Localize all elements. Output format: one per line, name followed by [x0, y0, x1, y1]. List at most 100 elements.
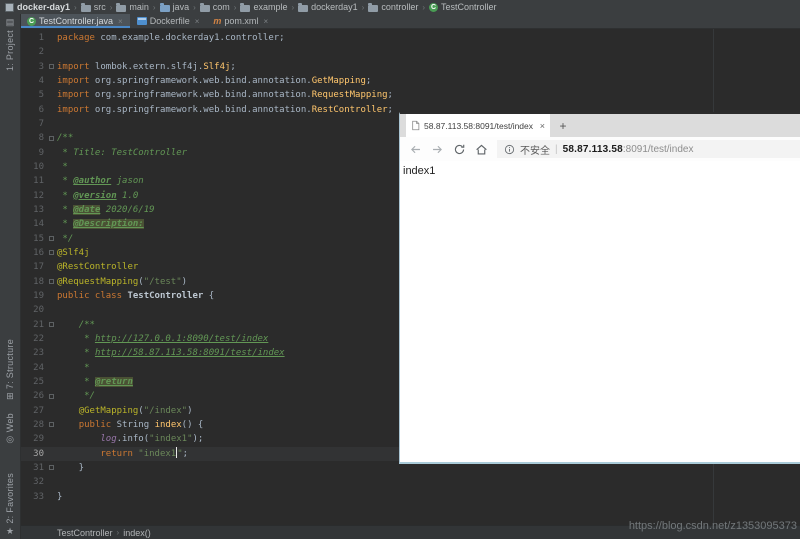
line-number[interactable]: 4 [20, 76, 48, 86]
line-number[interactable]: 24 [20, 363, 48, 373]
fold-column [48, 461, 57, 475]
line-number[interactable]: 7 [20, 119, 48, 129]
address-bar[interactable]: 不安全 | 58.87.113.58:8091/test/index [497, 140, 800, 158]
line-number[interactable]: 17 [20, 262, 48, 272]
line-number[interactable]: 16 [20, 248, 48, 258]
editor-tab-dockerfile[interactable]: Dockerfile × [130, 14, 207, 28]
sidebar-item-web[interactable]: Web ◎ [0, 413, 20, 444]
close-icon[interactable]: × [118, 17, 123, 26]
fold-marker-icon[interactable] [49, 465, 54, 471]
code-line-33[interactable]: 33} [20, 490, 800, 504]
line-number[interactable]: 14 [20, 219, 48, 229]
code-line-1[interactable]: 1 package com.example.dockerday1.controll… [20, 31, 800, 45]
folder-icon [116, 2, 127, 12]
fold-marker-icon[interactable] [49, 422, 54, 428]
line-number[interactable]: 23 [20, 348, 48, 358]
line-number[interactable]: 22 [20, 334, 48, 344]
code-text: * [57, 362, 90, 373]
fold-column [48, 418, 57, 432]
close-icon[interactable]: × [263, 17, 268, 26]
line-number[interactable]: 15 [20, 234, 48, 244]
breadcrumb-separator: › [422, 2, 426, 12]
line-number[interactable]: 19 [20, 291, 48, 301]
editor-tab-pom.xml[interactable]: m pom.xml × [206, 14, 275, 28]
breadcrumb-item-docker-day1[interactable]: docker-day1 [5, 2, 70, 12]
code-line-2[interactable]: 2 [20, 45, 800, 59]
line-number[interactable]: 11 [20, 176, 48, 186]
line-number[interactable]: 6 [20, 105, 48, 115]
line-number[interactable]: 10 [20, 162, 48, 172]
status-breadcrumb-item[interactable]: TestController [57, 528, 113, 538]
line-number[interactable]: 5 [20, 90, 48, 100]
breadcrumb-separator: › [193, 2, 196, 12]
refresh-icon[interactable] [453, 143, 466, 156]
sidebar-item-structure[interactable]: 7: Structure ⊞ [0, 339, 20, 401]
new-tab-button[interactable]: + [550, 114, 576, 137]
code-line-4[interactable]: 4 import org.springframework.web.bind.ann… [20, 74, 800, 88]
breadcrumb-item-testcontroller[interactable]: C TestController [429, 2, 497, 12]
code-text: */ [57, 233, 74, 244]
line-number[interactable]: 12 [20, 191, 48, 201]
breadcrumb-separator: › [109, 2, 113, 12]
line-number[interactable]: 29 [20, 434, 48, 444]
breadcrumb-item-dockerday1[interactable]: dockerday1 [298, 2, 358, 12]
sidebar-item-favorites[interactable]: 2: Favorites ★ [0, 473, 20, 536]
line-number[interactable]: 13 [20, 205, 48, 215]
line-number[interactable]: 31 [20, 463, 48, 473]
code-text: /** [57, 133, 74, 144]
sidebar-item-project[interactable]: ▤ 1: Project [0, 17, 20, 72]
fold-column [48, 160, 57, 174]
line-number[interactable]: 1 [20, 33, 48, 43]
line-number[interactable]: 30 [20, 449, 48, 459]
fold-marker-icon[interactable] [49, 322, 54, 328]
fold-marker-icon[interactable] [49, 236, 54, 242]
fold-column [48, 232, 57, 246]
breadcrumb-item-example[interactable]: example [240, 2, 287, 12]
back-icon[interactable] [409, 143, 422, 156]
fold-marker-icon[interactable] [49, 393, 54, 399]
fold-column [48, 146, 57, 160]
close-icon[interactable]: × [195, 17, 200, 26]
fold-marker-icon[interactable] [49, 250, 54, 256]
editor-tab-label: Dockerfile [149, 16, 190, 26]
breadcrumb-item-java[interactable]: java [159, 2, 189, 12]
project-tool-icon: ▤ [5, 17, 15, 27]
breadcrumb-item-main[interactable]: main [116, 2, 149, 12]
address-separator: | [555, 143, 558, 155]
line-number[interactable]: 18 [20, 277, 48, 287]
status-breadcrumb-item[interactable]: index() [123, 528, 151, 538]
line-number[interactable]: 28 [20, 420, 48, 430]
breadcrumb-item-com[interactable]: com [199, 2, 230, 12]
line-number[interactable]: 3 [20, 62, 48, 72]
line-number[interactable]: 27 [20, 406, 48, 416]
breadcrumb-item-controller[interactable]: controller [368, 2, 418, 12]
code-line-3[interactable]: 3 import lombok.extern.slf4j.Slf4j; [20, 60, 800, 74]
fold-marker-icon[interactable] [49, 135, 54, 141]
code-line-32[interactable]: 32 [20, 475, 800, 489]
line-number[interactable]: 8 [20, 133, 48, 143]
line-number[interactable]: 33 [20, 492, 48, 502]
fold-marker-icon[interactable] [49, 64, 54, 70]
editor-tab-testcontroller.java[interactable]: C TestController.java × [20, 14, 130, 28]
line-number[interactable]: 32 [20, 477, 48, 487]
info-icon[interactable] [504, 144, 515, 155]
home-icon[interactable] [475, 143, 488, 156]
structure-tool-icon: ⊞ [6, 391, 14, 401]
breadcrumb-item-src[interactable]: src [80, 2, 106, 12]
line-number[interactable]: 2 [20, 47, 48, 57]
browser-tab[interactable]: 58.87.113.58:8091/test/index × [406, 114, 550, 137]
line-number[interactable]: 25 [20, 377, 48, 387]
fold-column [48, 45, 57, 59]
fold-marker-icon[interactable] [49, 279, 54, 285]
line-number[interactable]: 9 [20, 148, 48, 158]
fold-column [48, 174, 57, 188]
browser-toolbar: 不安全 | 58.87.113.58:8091/test/index [400, 137, 800, 161]
line-number[interactable]: 20 [20, 305, 48, 315]
project-icon [5, 2, 14, 12]
code-line-5[interactable]: 5 import org.springframework.web.bind.ann… [20, 88, 800, 102]
breadcrumb-label: TestController [441, 2, 497, 12]
forward-icon[interactable] [431, 143, 444, 156]
line-number[interactable]: 21 [20, 320, 48, 330]
line-number[interactable]: 26 [20, 391, 48, 401]
tab-close-icon[interactable]: × [540, 121, 545, 131]
